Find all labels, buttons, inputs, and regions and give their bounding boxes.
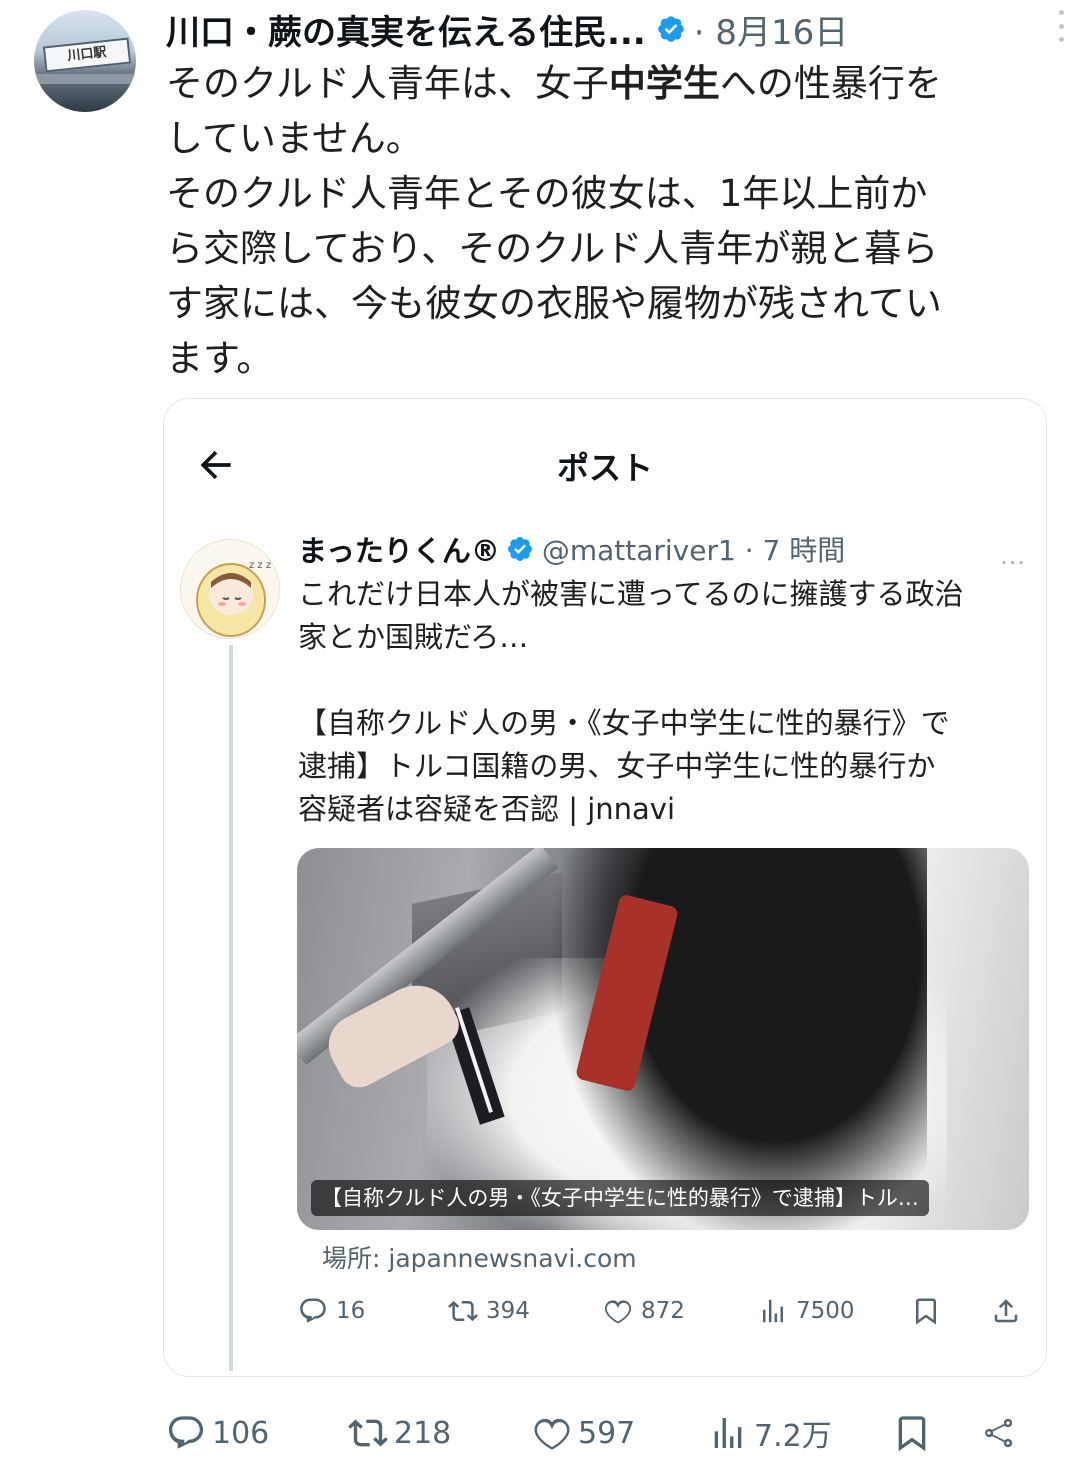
views-icon: [763, 1299, 783, 1323]
repost-count: 218: [394, 1415, 452, 1451]
quoted-display-name: まったりくん®: [298, 534, 500, 568]
quoted-blank-line: [298, 659, 1028, 702]
bookmark-button[interactable]: [892, 1408, 938, 1458]
tweet-line: す家には、今も彼女の衣服や履物が残されてい: [166, 282, 942, 325]
repost-icon: [348, 1419, 388, 1447]
reply-icon: [168, 1416, 204, 1449]
avatar-roof: [34, 74, 136, 84]
tweet-line: そのクルド人青年とその彼女は、1年以上前か: [166, 172, 928, 215]
quoted-line: 容疑者は容疑を否認 | jnnavi: [298, 792, 676, 826]
repost-icon: [448, 1300, 478, 1322]
link-card-caption: 【自称クルド人の男・《女子中学生に性的暴行》で逮捕】トル…: [311, 1180, 929, 1216]
link-card-image: 【自称クルド人の男・《女子中学生に性的暴行》で逮捕】トル…: [297, 848, 1029, 1230]
link-source: 場所: japannewsnavi.com: [322, 1244, 637, 1273]
tweet-bold-term: 中学生: [608, 62, 720, 105]
tweet-text: そのクルド人青年は、女子中学生への性暴行を していません。 そのクルド人青年とそ…: [166, 56, 1056, 386]
quoted-reply-count: 16: [336, 1298, 366, 1324]
author-display-name[interactable]: 川口・蕨の真実を伝える住民...: [166, 5, 646, 54]
svg-text:z z z: z z z: [249, 560, 271, 571]
quoted-handle-time: @mattariver1 · 7 時間: [541, 534, 846, 567]
repost-button[interactable]: 218: [348, 1408, 451, 1458]
quoted-line: これだけ日本人が被害に遭ってるのに擁護する政治: [298, 577, 964, 611]
quoted-text: これだけ日本人が被害に遭ってるのに擁護する政治 家とか国賊だろ… 【自称クルド人…: [298, 573, 1028, 831]
author-avatar[interactable]: 川口駅: [34, 10, 136, 112]
quoted-line: 逮捕】トルコ国籍の男、女子中学生に性的暴行か: [298, 749, 936, 783]
quoted-line: 家とか国賊だろ…: [298, 620, 529, 654]
quoted-like-count: 872: [641, 1298, 685, 1324]
quoted-action-bar: 16 394 872 7500: [298, 1289, 1028, 1333]
quoted-line: 【自称クルド人の男・《女子中学生に性的暴行》で: [298, 706, 950, 740]
heart-icon: [534, 1418, 570, 1450]
tweet-line: そのクルド人青年は、女子中学生への性暴行を: [166, 62, 942, 105]
views-count: 7.2万: [754, 1419, 832, 1454]
reply-button[interactable]: 106: [166, 1408, 269, 1458]
tweet-line: していません。: [166, 117, 423, 160]
quoted-reply-button: 16: [298, 1289, 365, 1333]
quoted-repost-button: 394: [448, 1289, 530, 1333]
share-icon: [994, 1299, 1018, 1323]
like-count: 597: [578, 1415, 636, 1451]
more-options-icon[interactable]: [1057, 10, 1065, 42]
tweet-action-bar: 106 218 597 7.2万: [166, 1408, 1036, 1458]
reply-icon: [300, 1298, 326, 1323]
quoted-views-count: 7500: [796, 1298, 855, 1324]
tweet-line: ら交際しており、そのクルド人青年が親と暮ら: [166, 227, 939, 270]
views-icon: [714, 1418, 742, 1448]
share-button[interactable]: [978, 1408, 1024, 1458]
share-icon: [985, 1418, 1013, 1448]
quoted-bookmark-button: [911, 1289, 949, 1333]
verified-badge-icon: [507, 537, 532, 561]
tweet-header: 川口・蕨の真実を伝える住民... · 8月16日: [166, 4, 1046, 54]
reply-count: 106: [212, 1415, 270, 1451]
views-button[interactable]: 7.2万: [708, 1408, 832, 1458]
tweet-date[interactable]: · 8月16日: [694, 5, 849, 54]
heart-icon: [604, 1300, 632, 1324]
quoted-card[interactable]: ポスト z z z まったりくん® @mattariver1 · 7 時間 ··…: [163, 398, 1047, 1377]
thread-line: [229, 645, 233, 1371]
quoted-share-button: [991, 1289, 1029, 1333]
verified-badge-icon: [657, 16, 684, 42]
bookmark-icon: [898, 1416, 926, 1452]
quoted-author-avatar: z z z: [180, 539, 280, 639]
quoted-header: まったりくん® @mattariver1 · 7 時間: [298, 527, 1028, 571]
quoted-views-button: 7500: [758, 1289, 855, 1333]
tweet-line: ます。: [166, 337, 274, 380]
bookmark-icon: [916, 1298, 936, 1325]
quoted-repost-count: 394: [486, 1298, 530, 1324]
quote-header-title: ポスト: [556, 449, 653, 487]
like-button[interactable]: 597: [532, 1408, 635, 1458]
quoted-like-button: 872: [603, 1289, 685, 1333]
avatar-sign: 川口駅: [42, 37, 132, 73]
